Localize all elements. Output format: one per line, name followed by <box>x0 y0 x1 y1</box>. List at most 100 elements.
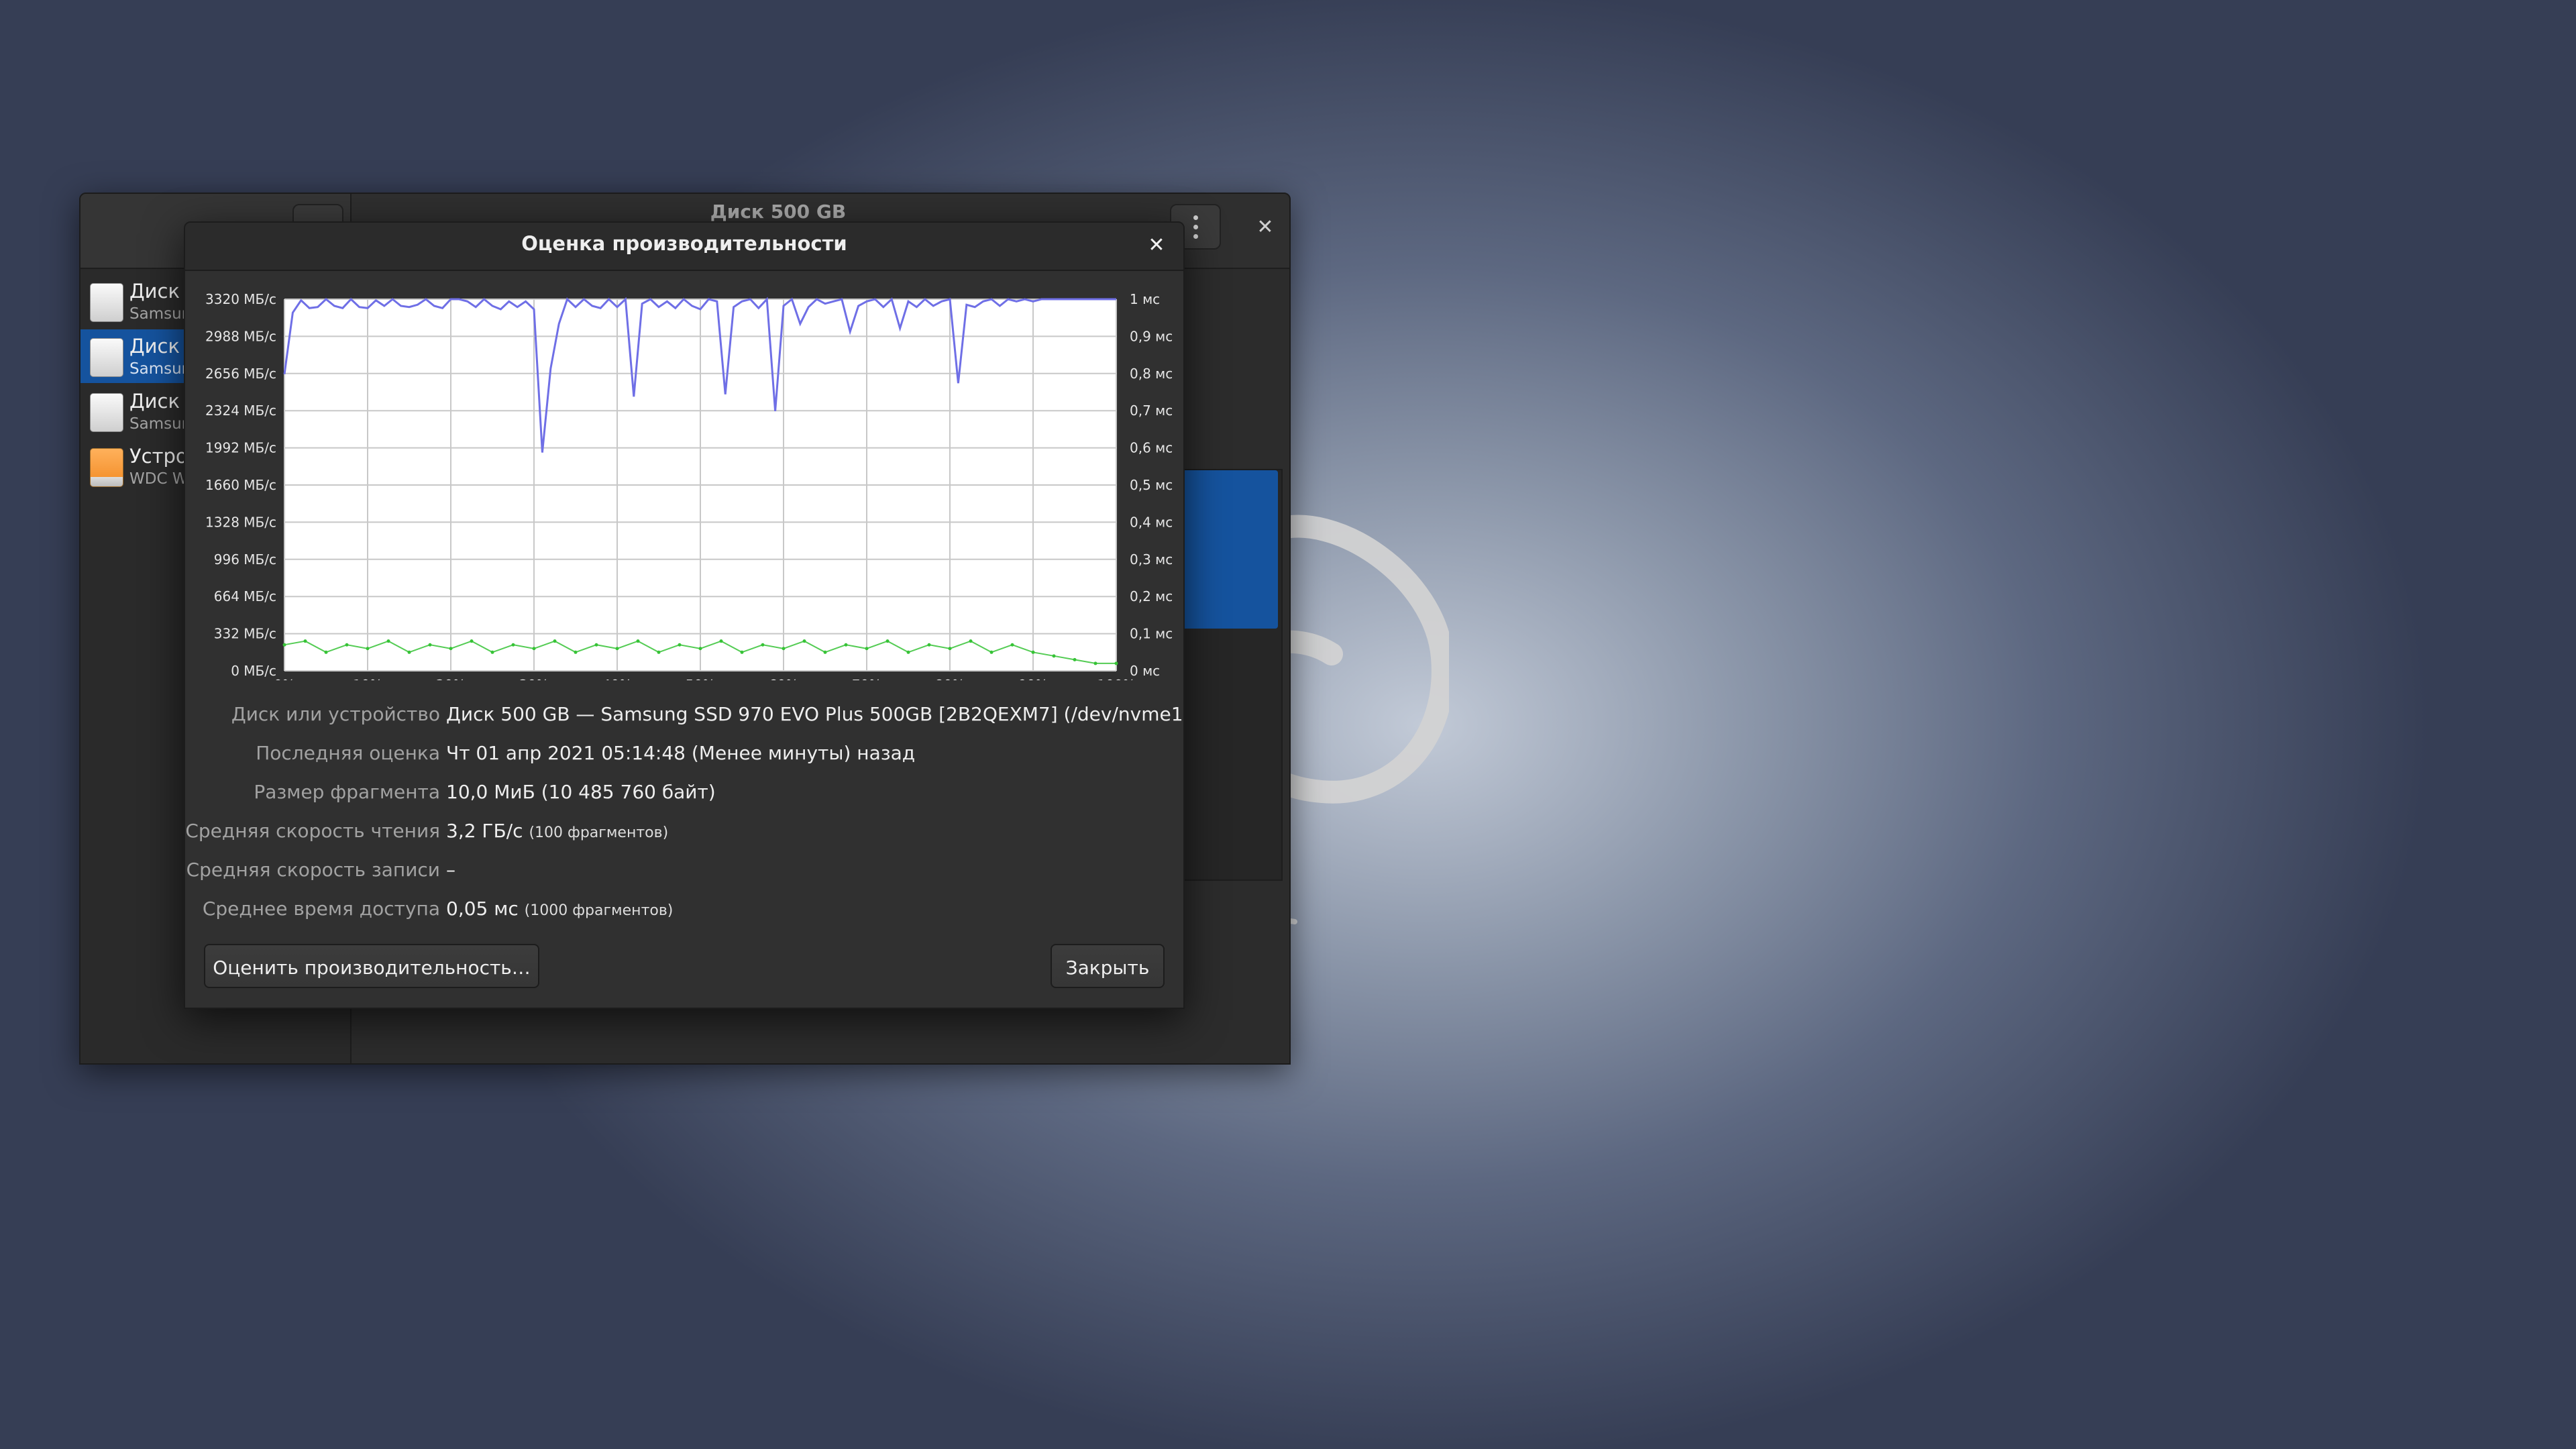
access-time-point <box>470 639 474 643</box>
access-time-point <box>782 647 786 651</box>
read-rate-samples: (100 фрагментов) <box>529 824 669 841</box>
access-time-point <box>324 650 328 654</box>
access-time-point <box>1114 661 1118 665</box>
start-benchmark-button[interactable]: Оценить производительность… <box>204 944 539 988</box>
access-time-value: 0,05 мс (1000 фрагментов) <box>446 898 673 920</box>
y-left-tick-label: 1992 МБ/с <box>205 440 276 456</box>
access-time-point <box>698 647 702 651</box>
dialog-header-bar: Оценка производительности ✕ <box>185 223 1183 271</box>
y-right-tick-label: 0,9 мс <box>1130 328 1173 344</box>
y-right-tick-label: 0,3 мс <box>1130 551 1173 568</box>
x-tick-label: 0% <box>274 677 295 680</box>
y-right-tick-label: 0 мс <box>1130 663 1160 679</box>
access-time-point <box>345 643 349 647</box>
info-row-last-benchmark: Последняя оценка Чт 01 апр 2021 05:14:48… <box>185 735 1183 774</box>
access-time-point <box>428 643 432 647</box>
read-rate-number: 3,2 ГБ/с <box>446 820 523 842</box>
access-time-point <box>511 643 515 647</box>
access-time-point <box>802 639 806 643</box>
ssd-drive-icon <box>90 283 123 322</box>
menu-dot-icon <box>1193 215 1198 220</box>
x-tick-label: 10% <box>353 677 382 680</box>
y-left-tick-label: 2324 МБ/с <box>205 402 276 419</box>
access-time-number: 0,05 мс <box>446 898 519 920</box>
y-right-tick-label: 0,6 мс <box>1130 440 1173 456</box>
access-time-point <box>969 639 973 643</box>
access-time-point <box>553 639 557 643</box>
access-time-point <box>844 643 848 647</box>
ssd-drive-icon <box>90 338 123 377</box>
y-right-tick-label: 1 мс <box>1130 291 1160 307</box>
access-time-point <box>885 639 890 643</box>
x-tick-label: 30% <box>519 677 549 680</box>
x-tick-label: 20% <box>436 677 466 680</box>
info-row-read-rate: Средняя скорость чтения 3,2 ГБ/с (100 фр… <box>185 813 1183 852</box>
access-time-point <box>407 650 411 654</box>
sidebar-item-model: Samsun <box>129 305 192 323</box>
benchmark-dialog: Оценка производительности ✕ 0% 10% 20% 30% 4… <box>184 221 1185 1009</box>
y-left-tick-label: 996 МБ/с <box>214 551 276 568</box>
access-time-point <box>740 650 744 654</box>
read-rate-value: 3,2 ГБ/с (100 фрагментов) <box>446 820 668 842</box>
access-time-point <box>282 643 286 647</box>
access-time-point <box>1010 643 1014 647</box>
y-left-tick-label: 2988 МБ/с <box>205 328 276 344</box>
y-left-tick-label: 332 МБ/с <box>214 626 276 642</box>
access-time-point <box>719 639 723 643</box>
device-label: Диск или устройство <box>231 703 440 725</box>
last-benchmark-value: Чт 01 апр 2021 05:14:48 (Менее минуты) н… <box>446 742 916 764</box>
x-tick-label: 80% <box>935 677 965 680</box>
access-time-point <box>948 647 952 651</box>
device-value: Диск 500 GB — Samsung SSD 970 EVO Plus 5… <box>446 703 1185 725</box>
y-right-tick-label: 0,5 мс <box>1130 477 1173 493</box>
access-time-point <box>366 647 370 651</box>
access-time-point <box>906 650 910 654</box>
access-time-point <box>657 650 661 654</box>
access-time-point <box>386 639 390 643</box>
access-time-point <box>594 643 598 647</box>
access-time-point <box>1093 661 1097 665</box>
y-left-tick-label: 664 МБ/с <box>214 588 276 604</box>
x-tick-label: 70% <box>852 677 881 680</box>
main-close-icon[interactable]: ✕ <box>1245 207 1285 248</box>
x-tick-label: 60% <box>769 677 798 680</box>
access-time-point <box>989 650 994 654</box>
last-benchmark-label: Последняя оценка <box>256 742 440 764</box>
dialog-title: Оценка производительности <box>521 232 847 255</box>
access-time-point <box>823 650 827 654</box>
main-window-title: Диск 500 GB <box>710 201 847 223</box>
access-time-point <box>303 639 307 643</box>
y-left-tick-label: 1660 МБ/с <box>205 477 276 493</box>
y-left-tick-label: 3320 МБ/с <box>205 291 276 307</box>
x-tick-label: 50% <box>686 677 715 680</box>
sidebar-item-model: Samsun <box>129 360 192 378</box>
y-right-tick-label: 0,8 мс <box>1130 366 1173 382</box>
y-left-tick-label: 0 МБ/с <box>231 663 276 679</box>
access-time-point <box>449 647 453 651</box>
access-time-samples: (1000 фрагментов) <box>524 902 674 919</box>
chunk-size-value: 10,0 МиБ (10 485 760 байт) <box>446 781 716 803</box>
access-time-label: Среднее время доступа <box>202 898 440 920</box>
write-rate-value: – <box>446 859 455 881</box>
y-left-tick-label: 2656 МБ/с <box>205 366 276 382</box>
access-time-point <box>865 647 869 651</box>
x-tick-label: 90% <box>1018 677 1048 680</box>
close-button[interactable]: Закрыть <box>1051 944 1165 988</box>
access-time-point <box>761 643 765 647</box>
y-right-tick-label: 0,4 мс <box>1130 514 1173 530</box>
info-row-write-rate: Средняя скорость записи – <box>185 852 1183 891</box>
dialog-close-icon[interactable]: ✕ <box>1139 228 1174 263</box>
access-time-point <box>532 647 536 651</box>
y-right-tick-label: 0,7 мс <box>1130 402 1173 419</box>
x-tick-label: 40% <box>602 677 632 680</box>
sidebar-item-model: Samsun <box>129 415 192 433</box>
y-right-tick-label: 0,2 мс <box>1130 588 1173 604</box>
info-row-chunk-size: Размер фрагмента 10,0 МиБ (10 485 760 ба… <box>185 774 1183 813</box>
access-time-point <box>927 643 931 647</box>
write-rate-label: Средняя скорость записи <box>186 859 440 881</box>
access-time-point <box>636 639 640 643</box>
access-time-point <box>574 650 578 654</box>
info-row-access-time: Среднее время доступа 0,05 мс (1000 фраг… <box>185 891 1183 930</box>
chunk-size-label: Размер фрагмента <box>254 781 440 803</box>
ssd-drive-icon <box>90 393 123 432</box>
